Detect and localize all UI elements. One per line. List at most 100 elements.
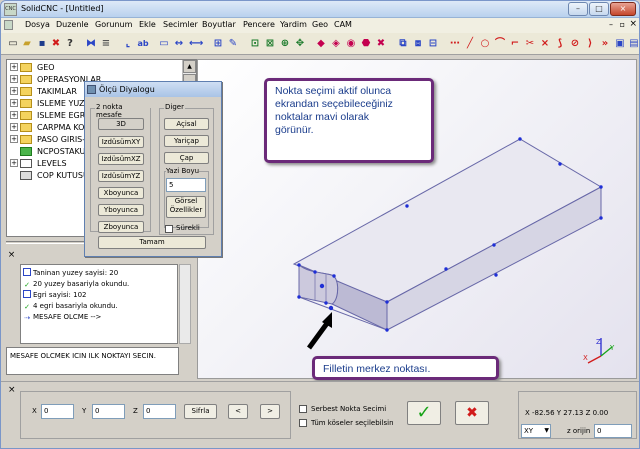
ok-button[interactable]: Tamam [98, 236, 206, 249]
projection-yz-button[interactable]: IzdüsümYZ [98, 170, 144, 182]
text-size-input[interactable]: 5 [166, 178, 206, 192]
info-callout: Nokta seçimi aktif olunca ekrandan seçeb… [264, 78, 434, 163]
z-input[interactable]: 0 [143, 404, 176, 419]
line-icon[interactable]: ╱ [463, 36, 477, 51]
axis-icon[interactable]: ⌞ [121, 36, 135, 51]
copy-icon[interactable]: ⧉ [396, 36, 410, 51]
radius-button[interactable]: Yariçap [164, 135, 209, 147]
reset-button[interactable]: Sifrla [184, 404, 217, 419]
distance-icon[interactable]: ⟷ [189, 36, 203, 51]
trim-icon[interactable]: ✂ [523, 36, 537, 51]
chamfer-icon[interactable]: ⟩ [583, 36, 597, 51]
projection-xy-button[interactable]: IzdüsümXY [98, 136, 144, 148]
diameter-button[interactable]: Çap [164, 152, 209, 164]
bottom-panel-close-icon[interactable]: × [8, 385, 16, 395]
continuous-checkbox[interactable] [165, 225, 173, 233]
view-front-icon[interactable]: ◉ [344, 36, 358, 51]
z-origin-input[interactable]: 0 [594, 424, 632, 438]
layers-icon[interactable]: ≡ [99, 36, 113, 51]
menu-pencere[interactable]: Pencere [243, 20, 275, 29]
plane-select[interactable]: XY ▼ [521, 424, 551, 438]
fillet-icon[interactable]: ⊘ [568, 36, 582, 51]
mdi-minimize-icon[interactable]: – [609, 20, 613, 29]
dialog-title-bar[interactable]: Ölçü Diyalogu [85, 82, 221, 97]
cancel-x-button[interactable]: ✖ [455, 401, 489, 425]
arc-icon[interactable]: ⌒ [493, 36, 507, 51]
view-right-icon[interactable]: ⬣ [359, 36, 373, 51]
paste-icon[interactable]: ⧈ [411, 36, 425, 51]
confirm-check-button[interactable]: ✓ [407, 401, 441, 425]
y-input[interactable]: 0 [92, 404, 125, 419]
measure-icon[interactable]: ↔ [172, 36, 186, 51]
menu-secimler[interactable]: Secimler [163, 20, 198, 29]
surface-icon[interactable]: ▤ [627, 36, 639, 51]
zoom-window-icon[interactable]: ⊠ [263, 36, 277, 51]
expand-icon[interactable]: + [10, 99, 18, 107]
expand-icon[interactable]: + [10, 75, 18, 83]
pan-icon[interactable]: ✥ [293, 36, 307, 51]
visual-properties-button[interactable]: Görsel Özellikler [166, 196, 206, 218]
help-icon[interactable]: ? [63, 36, 77, 51]
expand-icon[interactable]: + [10, 159, 18, 167]
circle-icon[interactable]: ○ [478, 36, 492, 51]
extend-icon[interactable]: » [598, 36, 612, 51]
delete-icon[interactable]: ✖ [49, 36, 63, 51]
minimize-button[interactable]: – [568, 2, 588, 16]
mdi-close-icon[interactable]: × [629, 19, 637, 29]
menu-ekle[interactable]: Ekle [139, 20, 156, 29]
expand-icon[interactable]: + [10, 87, 18, 95]
zoom-fit-icon[interactable]: ⊡ [248, 36, 262, 51]
menu-geo[interactable]: Geo [312, 20, 328, 29]
chevron-down-icon: ▼ [544, 427, 549, 434]
along-x-button[interactable]: Xboyunca [98, 187, 144, 199]
dimension-icon[interactable]: ▭ [157, 36, 171, 51]
expand-icon[interactable]: + [10, 135, 18, 143]
solid-icon[interactable]: ▣ [613, 36, 627, 51]
scroll-up-icon[interactable]: ▲ [183, 60, 196, 73]
menu-boyutlar[interactable]: Boyutlar [202, 20, 236, 29]
save-icon[interactable]: ▪ [35, 36, 49, 51]
menu-gorunum[interactable]: Gorunum [95, 20, 132, 29]
menu-yardim[interactable]: Yardim [280, 20, 307, 29]
angular-button[interactable]: Açisal [164, 118, 209, 130]
previous-button[interactable]: < [228, 404, 248, 419]
zoom-in-icon[interactable]: ⊕ [278, 36, 292, 51]
points-icon[interactable]: ⋯ [448, 36, 462, 51]
polyline-icon[interactable]: ⌐ [508, 36, 522, 51]
break-icon[interactable]: ⨯ [538, 36, 552, 51]
log-scrollbar[interactable] [179, 264, 191, 344]
projection-xz-button[interactable]: IzdüsümXZ [98, 153, 144, 165]
document-icon[interactable] [4, 20, 13, 30]
folder-icon [20, 123, 32, 132]
close-button[interactable]: × [610, 2, 636, 16]
free-point-checkbox[interactable] [299, 405, 307, 413]
message-log: Taninan yuzey sayisi: 20 ✓ 20 yuzey basar… [20, 264, 178, 344]
panel-close-icon[interactable]: × [6, 250, 17, 261]
offset-icon[interactable]: ⟆ [553, 36, 567, 51]
view-top-icon[interactable]: ◈ [329, 36, 343, 51]
menu-dosya[interactable]: Dosya [25, 20, 50, 29]
menu-duzenle[interactable]: Duzenle [56, 20, 89, 29]
pencil-icon[interactable]: ✎ [226, 36, 240, 51]
view-left-icon[interactable]: ✖ [374, 36, 388, 51]
view-iso-icon[interactable]: ◆ [314, 36, 328, 51]
array-icon[interactable]: ⊟ [426, 36, 440, 51]
x-input[interactable]: 0 [41, 404, 74, 419]
text-icon[interactable]: ab [136, 36, 150, 51]
expand-icon[interactable]: + [10, 123, 18, 131]
grid-icon[interactable]: ⊞ [211, 36, 225, 51]
measure-3d-button[interactable]: 3D [98, 118, 144, 130]
mdi-restore-icon[interactable]: ▫ [620, 20, 625, 29]
menu-cam[interactable]: CAM [334, 20, 352, 29]
along-y-button[interactable]: Yboyunca [98, 204, 144, 216]
maximize-button[interactable]: □ [589, 2, 609, 16]
expand-icon[interactable]: + [10, 63, 18, 71]
all-corners-checkbox[interactable] [299, 419, 307, 427]
expand-icon[interactable]: + [10, 111, 18, 119]
mirror-icon[interactable]: ⧓ [84, 36, 98, 51]
next-button[interactable]: > [260, 404, 280, 419]
along-z-button[interactable]: Zboyunca [98, 221, 144, 233]
new-file-icon[interactable]: ▭ [6, 36, 20, 51]
open-folder-icon[interactable]: ▰ [20, 36, 34, 51]
z-label: Z [133, 407, 138, 415]
